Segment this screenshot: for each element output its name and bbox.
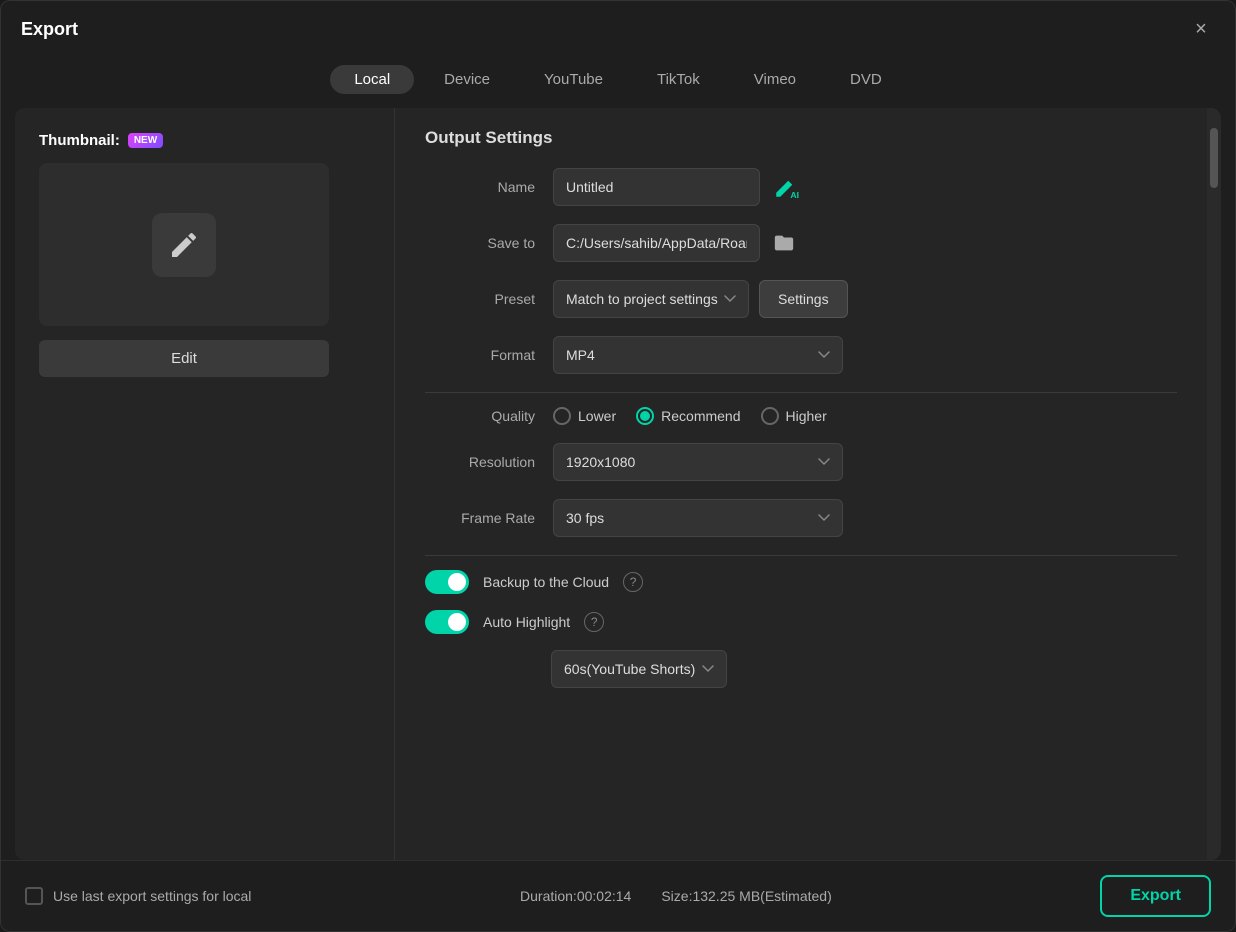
folder-icon[interactable] [770, 229, 798, 257]
edit-icon [168, 229, 200, 261]
thumbnail-icon-box [152, 213, 216, 277]
name-input[interactable] [553, 168, 760, 206]
name-row: Name AI [425, 168, 1177, 206]
backup-toggle[interactable] [425, 570, 469, 594]
dialog-title: Export [21, 19, 78, 40]
name-input-group: AI [553, 168, 802, 206]
format-label: Format [425, 347, 535, 363]
backup-row: Backup to the Cloud ? [425, 570, 1177, 594]
ai-icon[interactable]: AI [770, 171, 802, 203]
format-row: Format MP4 [425, 336, 1177, 374]
tab-dvd[interactable]: DVD [826, 65, 906, 94]
left-panel: Thumbnail: NEW Edit [15, 108, 395, 860]
tab-vimeo[interactable]: Vimeo [730, 65, 820, 94]
quality-label: Quality [425, 408, 535, 424]
radio-higher[interactable] [761, 407, 779, 425]
auto-highlight-toggle[interactable] [425, 610, 469, 634]
close-button[interactable]: × [1187, 15, 1215, 43]
quality-lower[interactable]: Lower [553, 407, 616, 425]
quality-recommend-label: Recommend [661, 408, 740, 424]
save-to-row: Save to [425, 224, 1177, 262]
new-badge: NEW [128, 133, 163, 148]
tab-bar: Local Device YouTube TikTok Vimeo DVD [1, 57, 1235, 108]
settings-button[interactable]: Settings [759, 280, 848, 318]
bottom-center: Duration:00:02:14 Size:132.25 MB(Estimat… [520, 888, 832, 904]
scrollbar-thumb [1210, 128, 1218, 188]
quality-higher-label: Higher [786, 408, 827, 424]
scrollbar-area[interactable] [1207, 108, 1221, 860]
highlight-duration-select[interactable]: 60s(YouTube Shorts) [551, 650, 727, 688]
thumbnail-preview [39, 163, 329, 326]
backup-help-icon[interactable]: ? [623, 572, 643, 592]
duration-info: Duration:00:02:14 [520, 888, 631, 904]
quality-higher[interactable]: Higher [761, 407, 827, 425]
resolution-row: Resolution 1920x1080 [425, 443, 1177, 481]
radio-lower[interactable] [553, 407, 571, 425]
save-to-input[interactable] [553, 224, 760, 262]
bottom-left: Use last export settings for local [25, 887, 251, 905]
name-label: Name [425, 179, 535, 195]
preset-row: Preset Match to project settings Setting… [425, 280, 1177, 318]
frame-rate-label: Frame Rate [425, 510, 535, 526]
frame-rate-row: Frame Rate 30 fps [425, 499, 1177, 537]
highlight-duration-row: 60s(YouTube Shorts) [551, 650, 1177, 688]
auto-highlight-label: Auto Highlight [483, 614, 570, 630]
divider-2 [425, 555, 1177, 556]
tab-local[interactable]: Local [330, 65, 414, 94]
last-export-checkbox[interactable] [25, 887, 43, 905]
backup-label: Backup to the Cloud [483, 574, 609, 590]
quality-row: Quality Lower Recommend Higher [425, 407, 1177, 425]
bottom-bar: Use last export settings for local Durat… [1, 860, 1235, 931]
tab-youtube[interactable]: YouTube [520, 65, 627, 94]
thumbnail-label: Thumbnail: NEW [39, 132, 163, 149]
right-panel: Output Settings Name AI Save to [395, 108, 1207, 860]
quality-lower-label: Lower [578, 408, 616, 424]
preset-select[interactable]: Match to project settings [553, 280, 749, 318]
edit-button[interactable]: Edit [39, 340, 329, 377]
title-bar: Export × [1, 1, 1235, 57]
tab-tiktok[interactable]: TikTok [633, 65, 724, 94]
save-to-label: Save to [425, 235, 535, 251]
divider-1 [425, 392, 1177, 393]
export-button[interactable]: Export [1100, 875, 1211, 917]
auto-highlight-row: Auto Highlight ? [425, 610, 1177, 634]
svg-text:AI: AI [790, 190, 799, 200]
format-select[interactable]: MP4 [553, 336, 843, 374]
export-dialog: Export × Local Device YouTube TikTok Vim… [0, 0, 1236, 932]
radio-recommend[interactable] [636, 407, 654, 425]
last-export-label: Use last export settings for local [53, 888, 251, 904]
preset-input-group: Match to project settings Settings [553, 280, 848, 318]
output-settings-title: Output Settings [425, 128, 1177, 148]
preset-label: Preset [425, 291, 535, 307]
size-info: Size:132.25 MB(Estimated) [661, 888, 831, 904]
save-to-input-group [553, 224, 798, 262]
frame-rate-select[interactable]: 30 fps [553, 499, 843, 537]
tab-device[interactable]: Device [420, 65, 514, 94]
resolution-select[interactable]: 1920x1080 [553, 443, 843, 481]
resolution-label: Resolution [425, 454, 535, 470]
main-content: Thumbnail: NEW Edit Output Settings Name [15, 108, 1221, 860]
thumbnail-text: Thumbnail: [39, 132, 120, 149]
quality-options: Lower Recommend Higher [553, 407, 827, 425]
auto-highlight-help-icon[interactable]: ? [584, 612, 604, 632]
quality-recommend[interactable]: Recommend [636, 407, 740, 425]
